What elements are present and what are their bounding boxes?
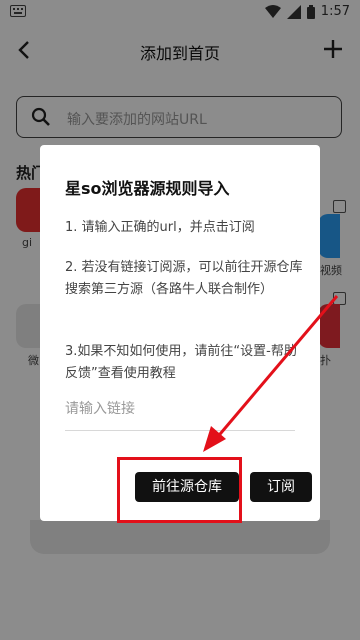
annotation-arrow [203, 295, 339, 452]
